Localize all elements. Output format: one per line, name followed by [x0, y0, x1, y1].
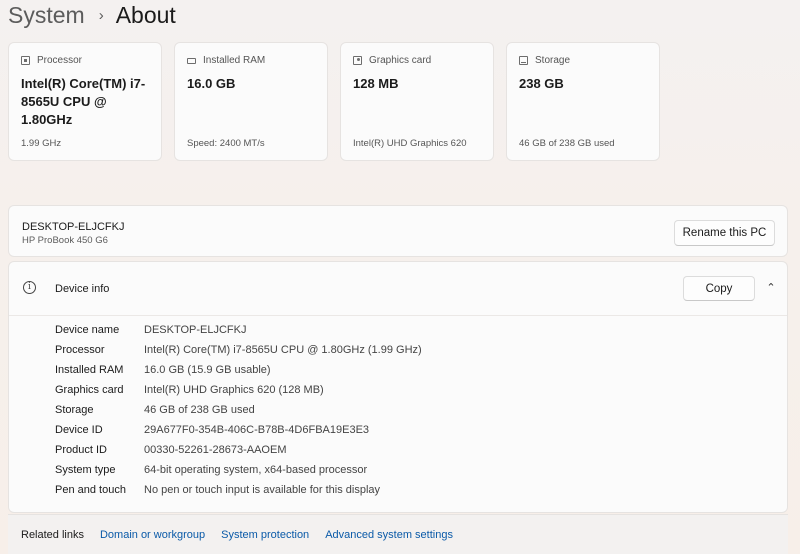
spec-label: Device ID: [55, 424, 103, 436]
card-subtext: 1.99 GHz: [21, 138, 62, 149]
card-subtext: 46 GB of 238 GB used: [519, 138, 615, 149]
spec-label: Device name: [55, 324, 120, 336]
spec-row: Installed RAM 16.0 GB (15.9 GB usable): [55, 360, 271, 380]
spec-label: Storage: [55, 404, 94, 416]
spec-value: Intel(R) Core(TM) i7-8565U CPU @ 1.80GHz…: [144, 344, 422, 356]
processor-icon: [21, 56, 30, 65]
domain-workgroup-link[interactable]: Domain or workgroup: [100, 529, 205, 541]
card-label: Storage: [535, 55, 571, 66]
spec-label: Installed RAM: [55, 364, 124, 376]
card-subtext: Intel(R) UHD Graphics 620: [353, 138, 467, 149]
system-protection-link[interactable]: System protection: [221, 529, 309, 541]
device-info-panel: i Device info Copy ⌃ Device name DESKTOP-…: [8, 261, 788, 513]
spec-value: 29A677F0-354B-406C-B78B-4D6FBA19E3E3: [144, 424, 370, 436]
spec-row: Device ID 29A677F0-354B-406C-B78B-4D6FBA1…: [55, 420, 369, 440]
spec-row: System type 64-bit operating system, x64-…: [55, 460, 367, 480]
spec-label: Processor: [55, 344, 105, 356]
storage-icon: [519, 56, 528, 65]
spec-label: Graphics card: [55, 384, 124, 396]
card-value: 16.0 GB: [187, 76, 236, 91]
graphics-card: Graphics card 128 MB Intel(R) UHD Graphi…: [340, 42, 494, 161]
related-links-bar: Related links Domain or workgroup System…: [8, 514, 788, 554]
info-icon: i: [23, 281, 36, 294]
spec-row: Processor Intel(R) Core(TM) i7-8565U CPU …: [55, 340, 422, 360]
graphics-card-icon: [353, 56, 362, 65]
spec-row: Graphics card Intel(R) UHD Graphics 620 (…: [55, 380, 324, 400]
storage-card: Storage 238 GB 46 GB of 238 GB used: [506, 42, 660, 161]
pc-name: DESKTOP-ELJCFKJ: [22, 221, 125, 233]
copy-button[interactable]: Copy: [683, 276, 755, 301]
spec-label: System type: [55, 464, 116, 476]
chevron-up-icon[interactable]: ⌃: [764, 281, 778, 295]
device-info-title: Device info: [55, 283, 110, 295]
spec-value: 46 GB of 238 GB used: [144, 404, 255, 416]
spec-row: Product ID 00330-52261-28673-AAOEM: [55, 440, 286, 460]
ram-card: Installed RAM 16.0 GB Speed: 2400 MT/s: [174, 42, 328, 161]
breadcrumb-system[interactable]: System: [8, 2, 85, 29]
advanced-system-settings-link[interactable]: Advanced system settings: [325, 529, 453, 541]
card-label: Installed RAM: [203, 55, 266, 66]
spec-value: Intel(R) UHD Graphics 620 (128 MB): [144, 384, 324, 396]
breadcrumb-chevron-icon: ›: [98, 6, 104, 24]
spec-label: Product ID: [55, 444, 107, 456]
processor-card: Processor Intel(R) Core(TM) i7-8565U CPU…: [8, 42, 162, 161]
spec-value: 00330-52261-28673-AAOEM: [144, 444, 287, 456]
card-value: Intel(R) Core(TM) i7-8565U CPU @ 1.80GHz: [21, 76, 146, 127]
spec-row: Device name DESKTOP-ELJCFKJ: [55, 320, 247, 340]
device-info-header[interactable]: i Device info Copy ⌃: [9, 262, 787, 316]
card-subtext: Speed: 2400 MT/s: [187, 138, 265, 149]
spec-value: 64-bit operating system, x64-based proce…: [144, 464, 368, 476]
card-label: Graphics card: [369, 55, 432, 66]
rename-pc-button[interactable]: Rename this PC: [674, 220, 775, 246]
spec-row: Storage 46 GB of 238 GB used: [55, 400, 255, 420]
spec-value: 16.0 GB (15.9 GB usable): [144, 364, 271, 376]
pc-name-panel: DESKTOP-ELJCFKJ HP ProBook 450 G6 Rename…: [8, 205, 788, 257]
page-title: About: [115, 1, 176, 28]
ram-icon: [187, 57, 196, 64]
pc-model: HP ProBook 450 G6: [22, 235, 108, 246]
spec-row: Pen and touch No pen or touch input is av…: [55, 480, 380, 500]
card-value: 238 GB: [519, 76, 564, 91]
spec-value: No pen or touch input is available for t…: [144, 484, 381, 496]
spec-label: Pen and touch: [55, 484, 126, 496]
related-links-title: Related links: [21, 528, 84, 541]
spec-value: DESKTOP-ELJCFKJ: [144, 324, 247, 336]
card-label: Processor: [37, 55, 83, 66]
breadcrumb: System › About: [8, 0, 176, 30]
card-value: 128 MB: [353, 76, 399, 91]
